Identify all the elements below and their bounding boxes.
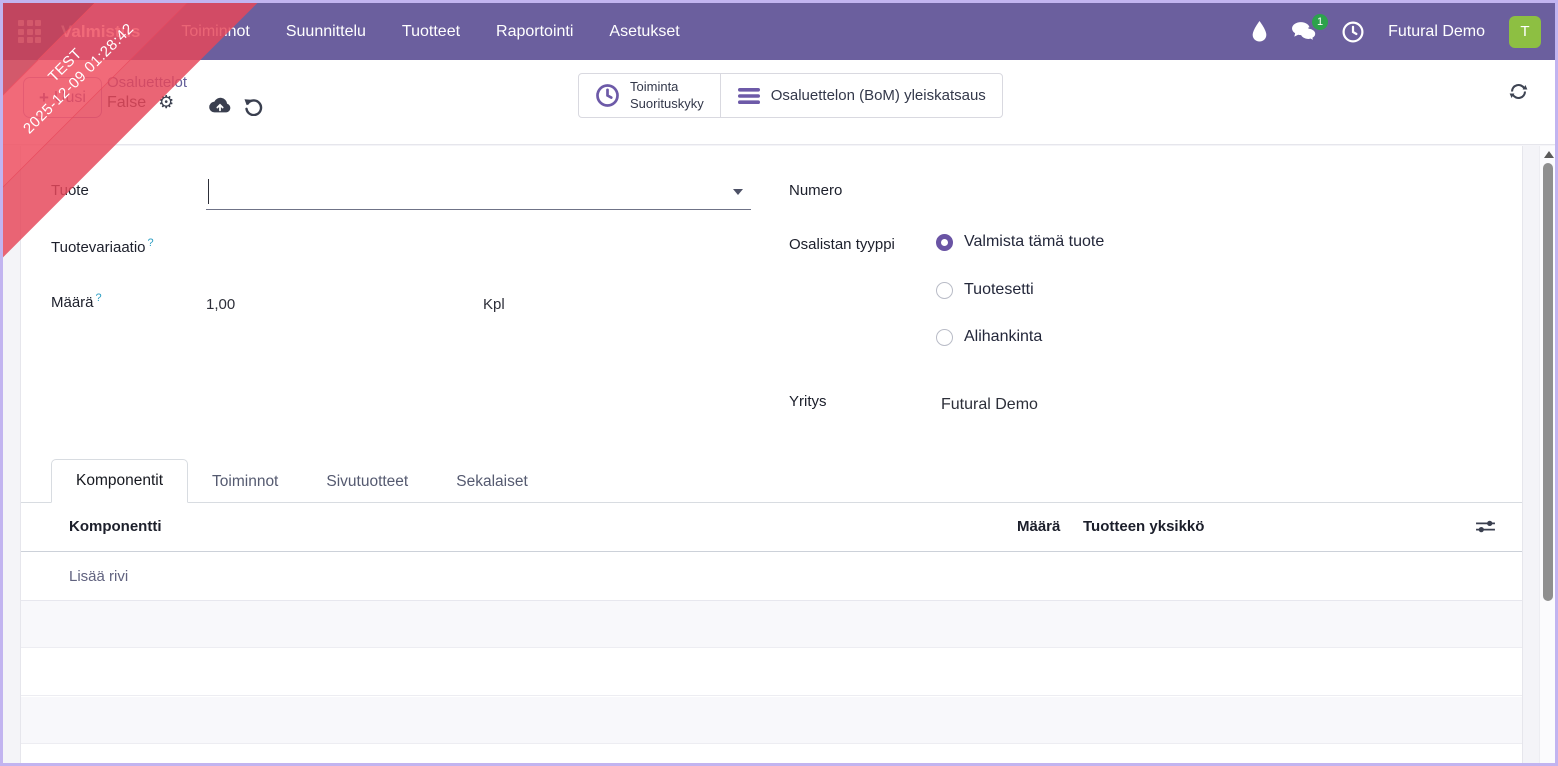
company-label: Yritys [789,393,827,410]
refresh-icon[interactable] [1509,82,1528,106]
stat-buttons: Toiminta Suorituskyky Osaluettelon (BoM)… [578,73,1003,118]
app-brand[interactable]: Valmistus [61,22,140,42]
activity-performance-label: Toiminta Suorituskyky [630,79,704,111]
chevron-down-icon[interactable] [733,189,743,195]
help-icon[interactable]: ? [96,292,102,304]
tab-toiminnot[interactable]: Toiminnot [188,461,302,503]
menu-asetukset[interactable]: Asetukset [596,15,692,49]
activity-performance-button[interactable]: Toiminta Suorituskyky [579,74,720,117]
notebook-tabs: Komponentit Toiminnot Sivutuotteet Sekal… [21,457,1522,503]
main-menu: Toiminnot Suunnittelu Tuotteet Raportoin… [168,15,692,49]
apps-grid-icon[interactable] [18,20,41,43]
new-record-label: Uusi [53,88,86,106]
radio-unselected-icon [936,281,953,299]
col-maara[interactable]: Määrä [1017,518,1060,535]
menu-raportointi[interactable]: Raportointi [483,15,586,49]
tab-komponentit[interactable]: Komponentit [51,459,189,503]
bom-type-label: Osalistan tyyppi [789,236,895,253]
content-area: Tuote Tuotevariaatio? Määrä? 1,00 Kpl Nu… [3,146,1555,763]
components-table-header: Komponentti Määrä Tuotteen yksikkö [21,503,1522,552]
discard-undo-icon[interactable] [243,96,264,116]
reference-label: Numero [789,182,843,199]
col-komponentti[interactable]: Komponentti [69,518,161,535]
table-row [21,697,1522,744]
quantity-unit: Kpl [483,296,505,313]
radio-subcontracting[interactable]: Alihankinta [936,328,1042,346]
breadcrumb: Osaluettelot False ⚙ [107,74,187,112]
user-avatar[interactable]: T [1509,15,1541,48]
add-row-link[interactable]: Lisää rivi [69,568,128,585]
optional-columns-icon[interactable] [1475,518,1496,540]
user-menu[interactable]: Futural Demo [1388,23,1485,41]
gear-icon[interactable]: ⚙ [158,94,174,112]
tab-sekalaiset[interactable]: Sekalaiset [432,461,552,503]
quantity-value[interactable]: 1,00 [206,296,235,313]
col-tuotteen-yksikko[interactable]: Tuotteen yksikkö [1083,518,1204,535]
text-caret [208,179,209,204]
clock-icon [596,84,619,107]
table-row [21,601,1522,648]
add-row: Lisää rivi [21,552,1522,601]
variant-label: Tuotevariaatio? [51,237,154,256]
table-row [21,649,1522,696]
product-label: Tuote [51,182,89,199]
radio-manufacture-product[interactable]: Valmista tämä tuote [936,233,1104,251]
control-panel: + Uusi Osaluettelot False ⚙ Toiminta Suo… [3,60,1555,145]
radio-kit[interactable]: Tuotesetti [936,281,1034,299]
tab-sivutuotteet[interactable]: Sivutuotteet [302,461,432,503]
activity-clock-icon[interactable] [1342,21,1364,43]
bom-overview-label: Osaluettelon (BoM) yleiskatsaus [770,87,986,104]
table-row [21,745,1522,763]
save-cloud-icon[interactable] [208,96,232,115]
droplet-icon[interactable] [1252,21,1267,42]
help-icon[interactable]: ? [148,237,154,249]
message-count-badge: 1 [1312,13,1329,30]
new-record-button[interactable]: + Uusi [23,77,102,118]
bars-icon [737,87,760,104]
record-title: False [107,94,147,111]
menu-toiminnot[interactable]: Toiminnot [168,15,262,49]
scrollbar-thumb[interactable] [1543,163,1553,601]
quantity-label: Määrä? [51,292,102,311]
breadcrumb-osaluettelot[interactable]: Osaluettelot [107,74,187,91]
top-navbar: Valmistus Toiminnot Suunnittelu Tuotteet… [3,3,1555,60]
plus-icon: + [39,87,49,107]
menu-tuotteet[interactable]: Tuotteet [389,15,473,49]
app-window: Valmistus Toiminnot Suunnittelu Tuotteet… [0,0,1558,766]
scroll-up-arrow-icon[interactable] [1543,151,1554,158]
vertical-scrollbar[interactable] [1539,146,1555,763]
company-value[interactable]: Futural Demo [941,396,1038,414]
product-input[interactable] [206,174,751,210]
bom-overview-button[interactable]: Osaluettelon (BoM) yleiskatsaus [719,74,1002,117]
radio-unselected-icon [936,328,953,346]
form-sheet: Tuote Tuotevariaatio? Määrä? 1,00 Kpl Nu… [20,146,1523,763]
messages-icon[interactable]: 1 [1291,13,1329,43]
navbar-right: 1 Futural Demo T [1252,13,1541,48]
menu-suunnittelu[interactable]: Suunnittelu [273,15,379,49]
radio-selected-icon [936,233,953,251]
